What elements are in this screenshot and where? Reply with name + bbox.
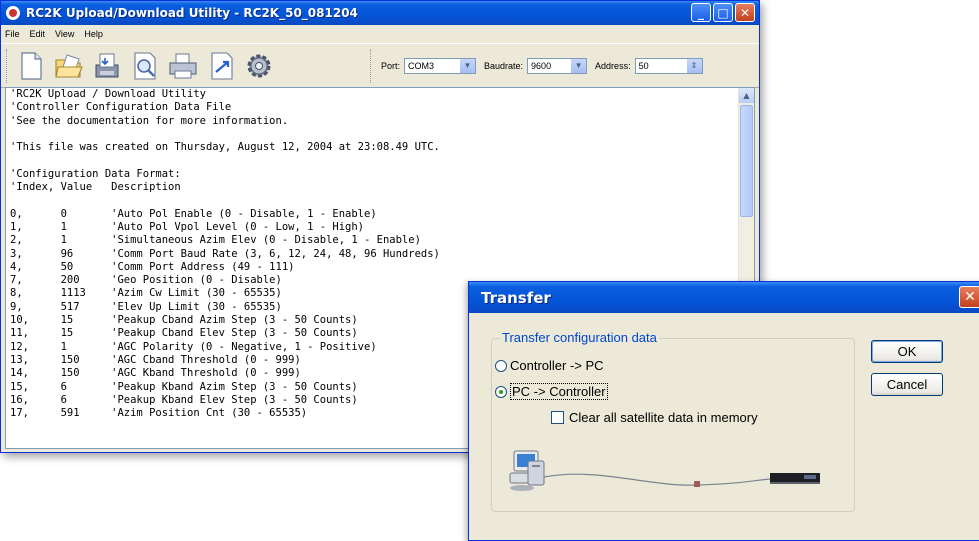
maximize-button[interactable]: □: [713, 3, 733, 22]
editor-line[interactable]: 'See the documentation for more informat…: [10, 115, 288, 127]
close-button[interactable]: ✕: [735, 3, 755, 22]
radio-pc-to-controller[interactable]: PC -> Controller: [495, 383, 608, 400]
radio-label: PC -> Controller: [510, 383, 608, 400]
config-file-text[interactable]: 'RC2K Upload / Download Utility 'Control…: [10, 88, 440, 420]
controller-device-icon: [770, 473, 820, 484]
dialog-title-bar[interactable]: Transfer: [469, 282, 979, 313]
pc-to-controller-illustration: [509, 450, 820, 491]
editor-line[interactable]: 'Controller Configuration Data File: [10, 101, 231, 113]
print-preview-icon[interactable]: [128, 48, 162, 84]
menu-view[interactable]: View: [55, 29, 74, 39]
toolbar: Port: COM3 ▼ Baudrate: 9600 ▼ Address: 5…: [1, 43, 759, 88]
radio-label: Controller -> PC: [510, 358, 604, 373]
menu-help[interactable]: Help: [84, 29, 103, 39]
toolbar-grip[interactable]: [6, 48, 10, 83]
cable: [543, 473, 771, 486]
editor-line[interactable]: 'This file was created on Thursday, Augu…: [10, 141, 440, 153]
ok-button[interactable]: OK: [871, 340, 943, 363]
dialog-title: Transfer: [481, 288, 551, 307]
editor-line[interactable]: 16, 6 'Peakup Kband Elev Step (3 - 50 Co…: [10, 394, 358, 406]
editor-line[interactable]: 7, 200 'Geo Position (0 - Disable): [10, 274, 282, 286]
editor-line[interactable]: 13, 150 'AGC Cband Threshold (0 - 999): [10, 354, 301, 366]
editor-line[interactable]: 11, 15 'Peakup Cband Elev Step (3 - 50 C…: [10, 327, 358, 339]
checkbox[interactable]: [551, 411, 564, 424]
port-label: Port:: [381, 60, 401, 71]
baudrate-value: 9600: [531, 60, 552, 71]
transfer-arrow-icon[interactable]: [204, 48, 238, 84]
transfer-dialog: Transfer ✕ Transfer configuration data C…: [468, 281, 979, 541]
spin-updown-icon[interactable]: ⇕: [685, 58, 702, 73]
menu-edit[interactable]: Edit: [30, 29, 46, 39]
editor-line[interactable]: 12, 1 'AGC Polarity (0 - Negative, 1 - P…: [10, 341, 377, 353]
dialog-close-button[interactable]: ✕: [959, 286, 979, 308]
editor-line[interactable]: 8, 1113 'Azim Cw Limit (30 - 65535): [10, 287, 282, 299]
editor-line[interactable]: 3, 96 'Comm Port Baud Rate (3, 6, 12, 24…: [10, 248, 440, 260]
editor-line[interactable]: 2, 1 'Simultaneous Azim Elev (0 - Disabl…: [10, 234, 421, 246]
editor-line[interactable]: 1, 1 'Auto Pol Vpol Level (0 - Low, 1 - …: [10, 221, 364, 233]
chevron-down-icon[interactable]: ▼: [570, 58, 587, 73]
transfer-options-group: Transfer configuration data Controller -…: [491, 330, 855, 512]
editor-line[interactable]: 'RC2K Upload / Download Utility: [10, 88, 206, 100]
settings-gear-icon[interactable]: [242, 48, 276, 84]
editor-line[interactable]: 'Index, Value Description: [10, 181, 181, 193]
toolbar-separator: [370, 48, 373, 83]
scroll-thumb[interactable]: [740, 105, 753, 217]
radio-button[interactable]: [495, 359, 507, 372]
clear-satellite-data-checkbox[interactable]: Clear all satellite data in memory: [551, 410, 758, 425]
editor-line[interactable]: 0, 0 'Auto Pol Enable (0 - Disable, 1 - …: [10, 208, 377, 220]
editor-line[interactable]: 17, 591 'Azim Position Cnt (30 - 65535): [10, 407, 307, 419]
editor-line[interactable]: 15, 6 'Peakup Kband Azim Step (3 - 50 Co…: [10, 381, 358, 393]
save-disk-icon[interactable]: [90, 48, 124, 84]
open-folder-icon[interactable]: [52, 48, 86, 84]
editor-line[interactable]: 'Configuration Data Format:: [10, 168, 181, 180]
port-value: COM3: [408, 60, 435, 71]
address-value: 50: [638, 60, 649, 71]
computer-icon: [509, 450, 545, 491]
new-file-icon[interactable]: [14, 48, 48, 84]
scroll-up-icon[interactable]: ▲: [739, 88, 754, 103]
editor-line[interactable]: 4, 50 'Comm Port Address (49 - 111): [10, 261, 294, 273]
chevron-down-icon[interactable]: ▼: [459, 58, 476, 73]
radio-controller-to-pc[interactable]: Controller -> PC: [495, 358, 604, 373]
checkbox-label: Clear all satellite data in memory: [569, 410, 758, 425]
editor-line[interactable]: 9, 517 'Elev Up Limit (30 - 65535): [10, 301, 282, 313]
address-label: Address:: [595, 60, 631, 71]
editor-line[interactable]: 10, 15 'Peakup Cband Azim Step (3 - 50 C…: [10, 314, 358, 326]
baudrate-select[interactable]: 9600 ▼: [527, 57, 588, 74]
window-title: RC2K Upload/Download Utility - RC2K_50_0…: [26, 6, 358, 20]
cancel-button[interactable]: Cancel: [871, 373, 943, 396]
group-label: Transfer configuration data: [500, 330, 659, 345]
baudrate-label: Baudrate:: [484, 60, 524, 71]
port-select[interactable]: COM3 ▼: [404, 57, 477, 74]
app-icon: [6, 6, 20, 20]
cable-connector: [694, 481, 700, 487]
editor-line[interactable]: 14, 150 'AGC Kband Threshold (0 - 999): [10, 367, 301, 379]
printer-icon[interactable]: [166, 48, 200, 84]
menu-bar: File Edit View Help: [1, 25, 759, 42]
radio-button-selected[interactable]: [495, 385, 507, 398]
title-bar[interactable]: RC2K Upload/Download Utility - RC2K_50_0…: [1, 1, 759, 25]
menu-file[interactable]: File: [5, 29, 20, 39]
minimize-button[interactable]: _: [691, 3, 711, 22]
address-spinner[interactable]: 50 ⇕: [634, 57, 703, 74]
